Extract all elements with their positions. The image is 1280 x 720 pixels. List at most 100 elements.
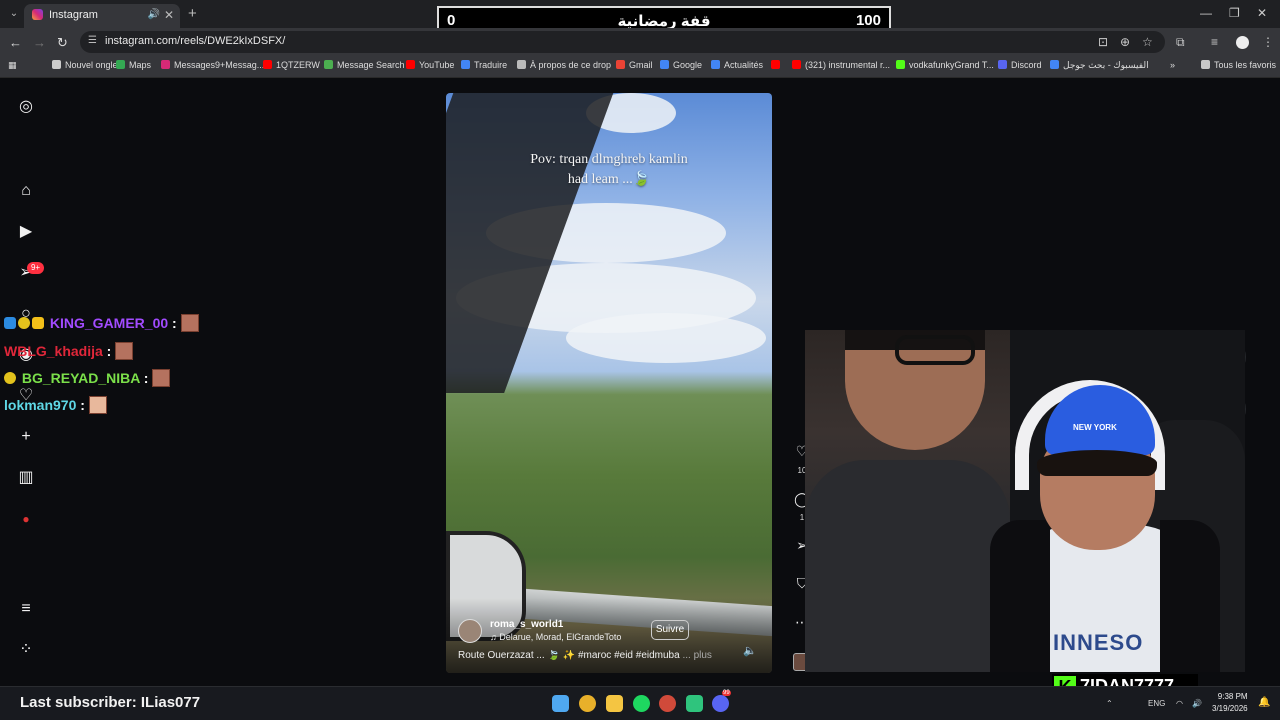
jersey-print: INNESO: [1053, 630, 1144, 655]
reels-icon[interactable]: ▶: [17, 223, 35, 241]
extensions-icon[interactable]: ⧉: [1176, 35, 1185, 50]
minimize-button[interactable]: —: [1200, 6, 1212, 20]
all-favorites-folder[interactable]: Tous les favoris: [1201, 60, 1276, 70]
discord-badge: 99: [722, 690, 731, 696]
app-icon[interactable]: [686, 695, 703, 712]
home-icon[interactable]: ⌂: [17, 182, 35, 200]
bookmark-item[interactable]: Discord: [998, 60, 1042, 70]
back-icon[interactable]: ←: [9, 35, 22, 50]
bookmark-item[interactable]: 1QTZERW: [263, 60, 320, 70]
install-app-icon[interactable]: ⊡: [1098, 35, 1108, 49]
reload-icon[interactable]: ↻: [57, 35, 68, 51]
create-plus-icon[interactable]: +: [17, 428, 35, 446]
profile-icon[interactable]: ●: [17, 510, 35, 528]
reading-list-icon[interactable]: ≡: [1211, 35, 1218, 49]
glasses: [895, 335, 975, 365]
chrome-icon[interactable]: [579, 695, 596, 712]
restore-button[interactable]: ❐: [1229, 6, 1240, 20]
bookmark-item[interactable]: Nouvel onglet: [52, 60, 120, 70]
tab-audio-icon[interactable]: 🔊: [148, 9, 160, 20]
bookmark-item[interactable]: Actualités: [711, 60, 763, 70]
zoom-icon[interactable]: ⊕: [1120, 35, 1130, 49]
reel-caption: Pov: trqan dlmghreb kamlin had leam ...🍃: [530, 152, 688, 187]
chat-username: WBLG_khadija: [4, 343, 103, 359]
bookmark-star-icon[interactable]: ☆: [1142, 35, 1153, 49]
jacket-left: [990, 520, 1050, 672]
bookmark-favicon-icon: [116, 60, 125, 69]
bookmark-item[interactable]: YouTube: [406, 60, 454, 70]
cloud: [566, 313, 766, 363]
new-tab-button[interactable]: +: [188, 5, 197, 22]
bookmark-item[interactable]: Google: [660, 60, 702, 70]
bookmark-favicon-icon: [711, 60, 720, 69]
bookmark-item[interactable]: Message Search: [324, 60, 405, 70]
bookmark-item[interactable]: Maps: [116, 60, 151, 70]
bookmark-item[interactable]: Traduire: [461, 60, 507, 70]
chat-username: KING_GAMER_00: [49, 315, 169, 331]
bookmark-favicon-icon: [896, 60, 905, 69]
author-avatar[interactable]: [458, 619, 482, 643]
clock[interactable]: 9:38 PM 3/19/2026: [1212, 691, 1248, 715]
more-menu-icon[interactable]: ≡: [17, 600, 35, 618]
bookmark-favicon-icon: [1050, 60, 1059, 69]
windows-start-icon[interactable]: [552, 695, 569, 712]
reel-video[interactable]: Pov: trqan dlmghreb kamlin had leam ...🍃…: [446, 93, 772, 673]
author-username[interactable]: roma_s_world1: [490, 619, 563, 630]
bookmark-favicon-icon: [263, 60, 272, 69]
bookmark-favicon-icon: [406, 60, 415, 69]
music-info[interactable]: ♫ Delarue, Morad, ElGrandeToto: [490, 632, 621, 642]
bookmarks-bar: ▦ Nouvel onglet Maps Messages9+Messag... 1Q…: [0, 56, 1280, 78]
site-info-icon[interactable]: ☰: [88, 35, 97, 46]
bookmark-item[interactable]: À propos de ce drop: [517, 60, 611, 70]
spotify-icon[interactable]: [633, 695, 650, 712]
tab-search-chevron-icon[interactable]: ⌄: [6, 6, 22, 22]
bookmark-favicon-icon: [461, 60, 470, 69]
more-link[interactable]: ... plus: [682, 650, 711, 661]
apps-grid-icon[interactable]: ▦: [8, 60, 17, 71]
tab-close-icon[interactable]: ✕: [164, 8, 174, 22]
close-window-button[interactable]: ✕: [1257, 6, 1267, 20]
forward-icon[interactable]: →: [33, 35, 46, 50]
windows-taskbar: Last subscriber: ILias077 99 ⌃ ENG ◠ 🔊 9…: [0, 686, 1280, 720]
tab-instagram[interactable]: Instagram 🔊 ✕: [24, 4, 180, 28]
dashboard-icon[interactable]: ▥: [17, 469, 35, 487]
bookmark-item[interactable]: [771, 60, 784, 70]
folder-icon: [1201, 60, 1210, 69]
chrome-active-icon[interactable]: [659, 695, 676, 712]
bookmark-item[interactable]: (321) instrumental r...: [792, 60, 890, 70]
notification-bell-icon[interactable]: 🔔: [1258, 697, 1270, 708]
profile-avatar[interactable]: [1236, 36, 1249, 49]
instagram-logo-icon[interactable]: ◎: [17, 98, 35, 116]
music-note-icon: ♫: [490, 632, 500, 642]
tray-chevron-icon[interactable]: ⌃: [1106, 699, 1113, 708]
bookmark-favicon-icon: [616, 60, 625, 69]
score-right: 100: [855, 12, 881, 29]
wifi-icon[interactable]: ◠: [1176, 699, 1183, 708]
bookmark-favicon-icon: [52, 60, 61, 69]
more-bookmarks-icon[interactable]: »: [1170, 60, 1175, 70]
instagram-favicon-icon: [32, 9, 43, 20]
follow-button[interactable]: Suivre: [651, 620, 689, 640]
also-from-meta-icon[interactable]: ⁘: [17, 641, 35, 659]
volume-icon[interactable]: 🔈: [743, 644, 757, 657]
chrome-menu-icon[interactable]: ⋮: [1262, 35, 1274, 49]
bookmark-item[interactable]: Messages9+Messag...: [161, 60, 264, 70]
bookmark-item[interactable]: Gmail: [616, 60, 653, 70]
discord-icon[interactable]: [712, 695, 729, 712]
reel-description[interactable]: Route Ouerzazat ... 🍃 ✨ #maroc #eid #eid…: [458, 650, 738, 661]
crown-icon: [32, 317, 44, 329]
address-bar[interactable]: ☰ instagram.com/reels/DWE2kIxDSFX/: [80, 31, 1165, 53]
bookmark-item[interactable]: vodkafunkyGrand T...: [896, 60, 994, 70]
file-explorer-icon[interactable]: [606, 695, 623, 712]
volume-tray-icon[interactable]: 🔊: [1192, 699, 1202, 708]
bookmark-favicon-icon: [161, 60, 170, 69]
bookmark-favicon-icon: [517, 60, 526, 69]
bookmark-favicon-icon: [792, 60, 801, 69]
chat-message: KING_GAMER_00 :: [4, 314, 199, 332]
language-indicator[interactable]: ENG: [1148, 699, 1165, 708]
badge-icon: [18, 317, 30, 329]
bookmark-item[interactable]: الفيسبوك - بحث جوجل: [1050, 60, 1149, 71]
chat-username: lokman970: [4, 397, 77, 413]
cap-logo-text: NEW YORK: [1073, 423, 1117, 432]
jacket-right: [1160, 520, 1220, 672]
